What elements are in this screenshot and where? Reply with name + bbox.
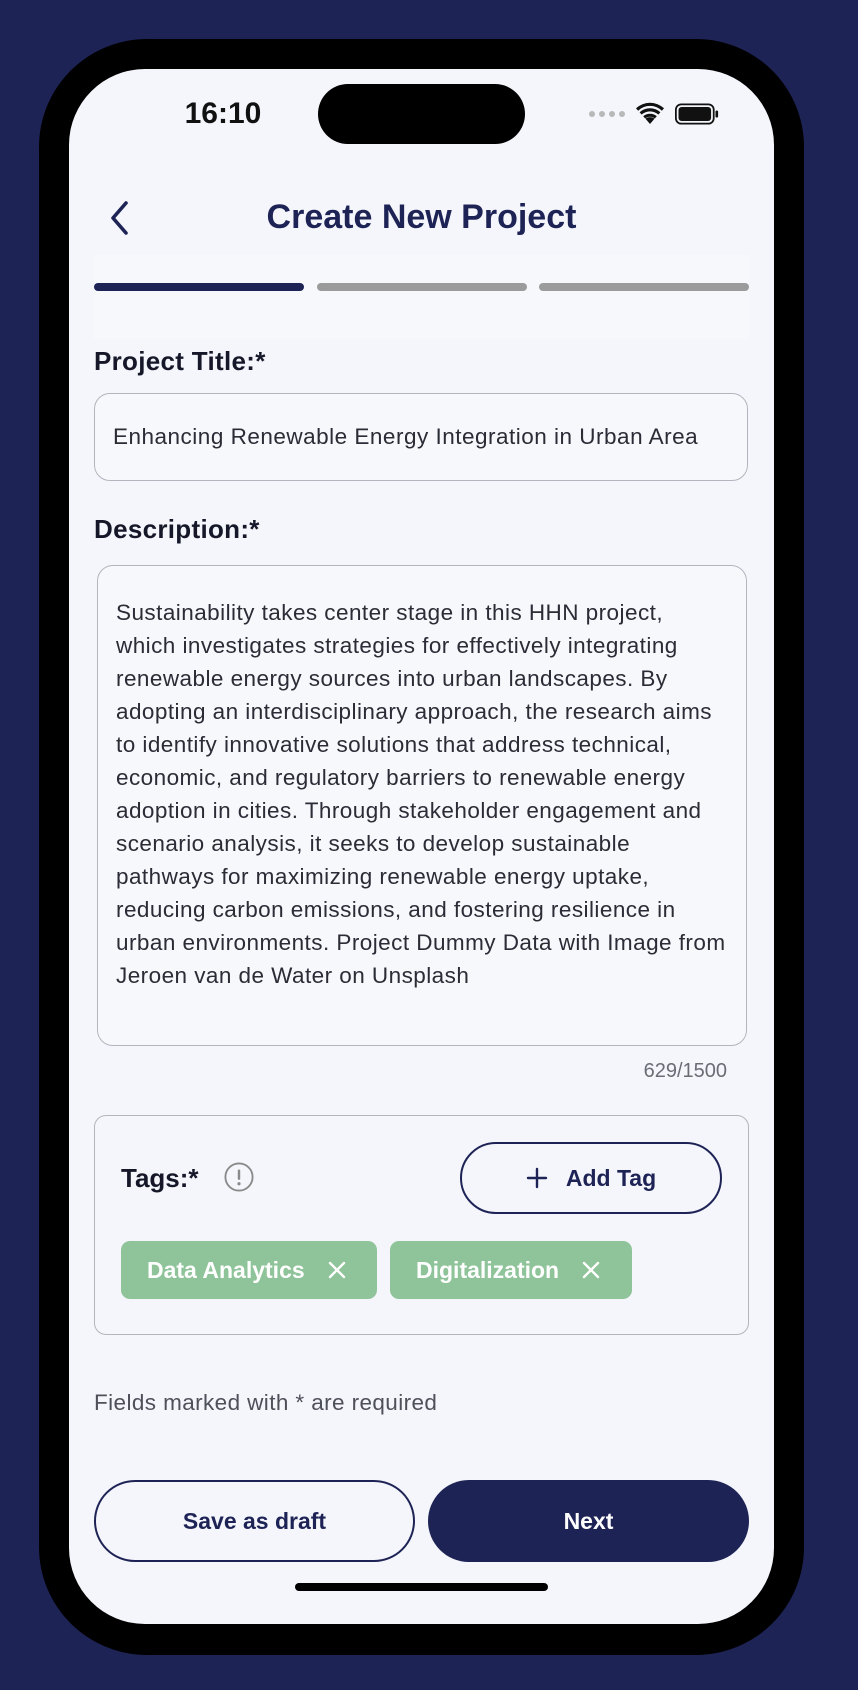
remove-tag-icon[interactable] bbox=[581, 1260, 601, 1280]
next-button[interactable]: Next bbox=[428, 1480, 749, 1562]
page-title: Create New Project bbox=[266, 198, 577, 236]
remove-tag-icon[interactable] bbox=[327, 1260, 347, 1280]
project-title-value: Enhancing Renewable Energy Integration i… bbox=[113, 424, 699, 449]
character-count: 629/1500 bbox=[643, 1060, 727, 1082]
description-label: Description:* bbox=[94, 514, 260, 544]
cellular-signal-icon bbox=[589, 111, 625, 117]
description-textarea[interactable]: Sustainability takes center stage in thi… bbox=[97, 565, 747, 1046]
progress-step-2 bbox=[317, 283, 527, 291]
project-title-label: Project Title:* bbox=[94, 346, 266, 376]
tag-chip: Digitalization bbox=[390, 1241, 632, 1299]
progress-step-1 bbox=[94, 283, 304, 291]
tags-label: Tags:* bbox=[121, 1163, 199, 1193]
dynamic-island bbox=[318, 84, 525, 144]
battery-icon bbox=[675, 103, 719, 125]
tag-chip-label: Data Analytics bbox=[147, 1256, 305, 1283]
header: Create New Project bbox=[69, 184, 774, 254]
progress-step-3 bbox=[539, 283, 749, 291]
status-icons bbox=[589, 99, 719, 129]
status-time: 16:10 bbox=[184, 97, 262, 130]
add-tag-button[interactable]: Add Tag bbox=[460, 1142, 722, 1214]
tag-chip-label: Digitalization bbox=[416, 1256, 560, 1283]
wifi-icon bbox=[636, 102, 664, 124]
app-screen: 16:10 Create New Project Project Title:*… bbox=[69, 69, 774, 1624]
tags-card: Tags:* Add Tag Data Analytics Digitaliza… bbox=[94, 1115, 749, 1335]
step-progress bbox=[94, 255, 749, 339]
home-indicator bbox=[295, 1583, 548, 1591]
project-title-input[interactable]: Enhancing Renewable Energy Integration i… bbox=[94, 393, 748, 481]
info-icon[interactable] bbox=[224, 1162, 254, 1192]
tag-chip: Data Analytics bbox=[121, 1241, 377, 1299]
plus-icon bbox=[526, 1167, 548, 1189]
add-tag-label: Add Tag bbox=[565, 1164, 657, 1191]
save-draft-button[interactable]: Save as draft bbox=[94, 1480, 415, 1562]
required-fields-note: Fields marked with * are required bbox=[94, 1390, 438, 1415]
